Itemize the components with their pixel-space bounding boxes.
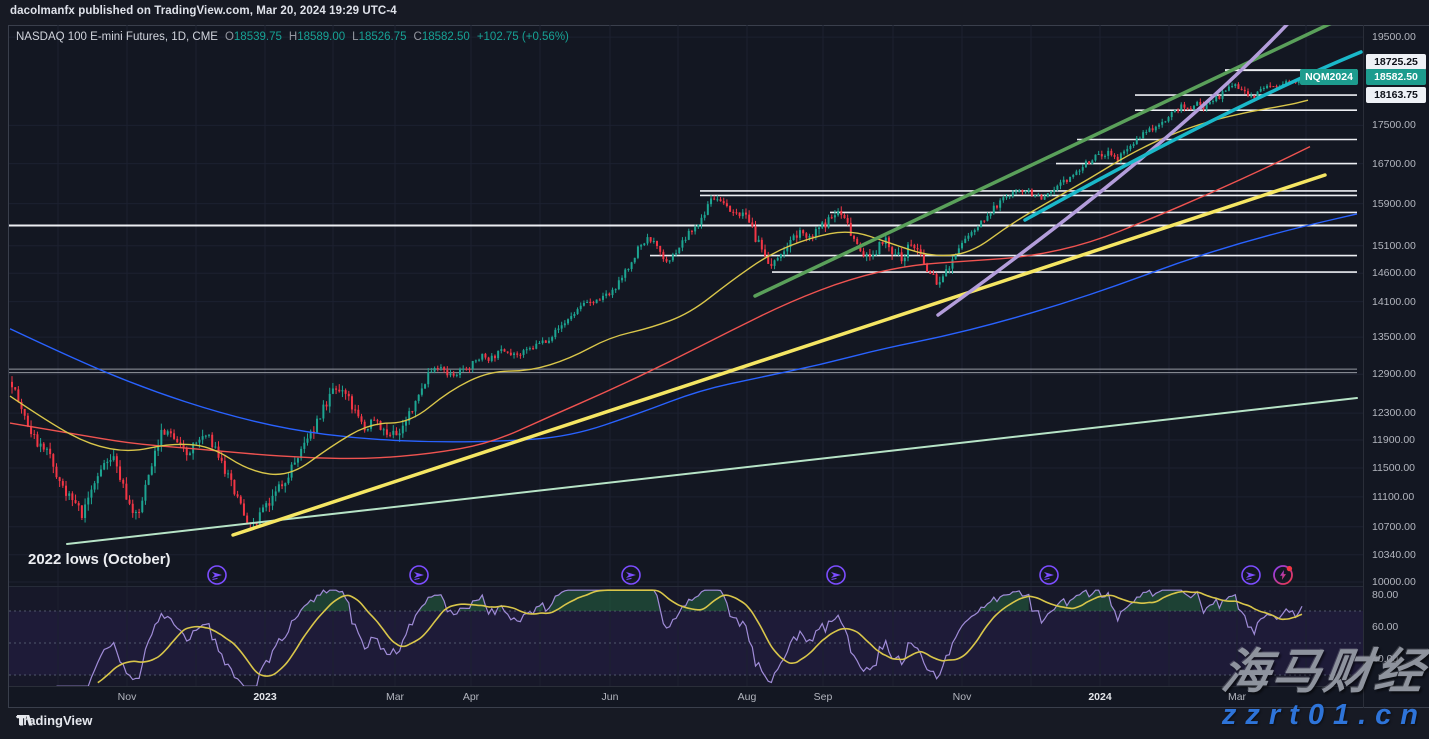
time-axis-label: 2024	[1088, 691, 1111, 703]
pane-divider[interactable]	[9, 586, 1363, 587]
long-term-support[interactable]	[67, 398, 1357, 544]
lows-annotation: 2022 lows (October)	[28, 551, 171, 568]
price-axis-tick: 10340.00	[1372, 549, 1416, 561]
time-axis-label: Sep	[814, 691, 833, 703]
change-value: +102.75 (+0.56%)	[477, 31, 569, 43]
price-badge-white: 18163.75	[1366, 87, 1426, 103]
price-axis-tick: 12900.00	[1372, 368, 1416, 380]
ma-blue-line	[10, 214, 1357, 442]
price-axis-tick: 11100.00	[1372, 491, 1414, 503]
price-axis-tick: 15100.00	[1372, 240, 1416, 252]
contract-price-label: NQM2024	[1300, 69, 1358, 85]
holiday-airplane-icon[interactable]	[208, 566, 226, 584]
watermark-site-name: 海马财经	[1218, 632, 1429, 702]
price-badge-teal: 18582.50	[1366, 69, 1426, 85]
notification-dot	[1287, 566, 1292, 571]
ohlc-key: C	[414, 31, 422, 43]
published-bar: dacolmanfx published on TradingView.com,…	[10, 5, 397, 17]
rsi-axis-tick: 80.00	[1372, 589, 1398, 601]
ohlc-value: 18582.50	[422, 31, 470, 43]
grid	[9, 25, 1363, 586]
holiday-airplane-icon[interactable]	[410, 566, 428, 584]
trendlines	[67, 25, 1361, 544]
price-badge-white: 18725.25	[1366, 54, 1426, 70]
event-icons	[208, 566, 1292, 584]
ohlc-value: 18526.75	[359, 31, 407, 43]
ohlc-values: O18539.75H18589.00L18526.75C18582.50	[218, 31, 470, 43]
symbol-legend: NASDAQ 100 E-mini Futures, 1D, CME O18539…	[16, 31, 569, 43]
rsi-pane[interactable]	[9, 587, 1363, 686]
ohlc-key: H	[289, 31, 297, 43]
holiday-airplane-icon[interactable]	[827, 566, 845, 584]
ma-red-line	[10, 147, 1310, 459]
ma-blue	[10, 214, 1357, 442]
price-axis-tick: 11900.00	[1372, 434, 1415, 446]
tradingview-snapshot: dacolmanfx published on TradingView.com,…	[0, 0, 1429, 739]
ohlc-value: 18539.75	[234, 31, 282, 43]
holiday-airplane-icon[interactable]	[1242, 566, 1260, 584]
rsi-overbought-fill	[549, 590, 660, 611]
price-axis-tick: 14600.00	[1372, 267, 1416, 279]
price-axis-tick: 15900.00	[1372, 198, 1416, 210]
time-axis-label: 2023	[253, 691, 276, 703]
support-resistance-levels	[9, 70, 1357, 372]
time-axis-label: Apr	[463, 691, 479, 703]
time-axis-label: Aug	[738, 691, 757, 703]
2022-low-trendline[interactable]	[233, 175, 1325, 535]
time-axis-label: Mar	[386, 691, 404, 703]
price-axis-tick: 16700.00	[1372, 158, 1416, 170]
ma-red	[10, 147, 1310, 459]
time-axis-label: Jun	[602, 691, 619, 703]
tradingview-logo-icon	[16, 713, 33, 728]
price-axis-tick: 12300.00	[1372, 407, 1416, 419]
candlestick-series	[11, 76, 1303, 528]
ohlc-value: 18589.00	[297, 31, 345, 43]
main-price-pane[interactable]	[9, 25, 1363, 586]
watermark-site-url: zzrt01.cn	[1222, 699, 1427, 732]
ohlc-key: O	[225, 31, 234, 43]
time-axis[interactable]: Nov2023MarAprJunAugSepNov2024Mar	[9, 686, 1363, 708]
price-axis-tick: 11500.00	[1372, 462, 1415, 474]
price-axis-tick: 10700.00	[1372, 521, 1416, 533]
price-axis[interactable]: 19500.00 17500.00 16700.00 15900.00 15100.00…	[1363, 25, 1429, 708]
price-axis-tick: 14100.00	[1372, 296, 1416, 308]
holiday-airplane-icon[interactable]	[622, 566, 640, 584]
price-axis-tick: 13500.00	[1372, 331, 1416, 343]
price-axis-tick: 10000.00	[1372, 576, 1416, 588]
time-axis-label: Nov	[953, 691, 972, 703]
tradingview-footer[interactable]: TradingView	[16, 713, 92, 728]
price-axis-tick: 17500.00	[1372, 119, 1416, 131]
flash-streak-icon[interactable]	[1274, 566, 1292, 584]
price-axis-tick: 19500.00	[1372, 31, 1416, 43]
holiday-airplane-icon[interactable]	[1040, 566, 1058, 584]
time-axis-label: Nov	[118, 691, 137, 703]
symbol-title: NASDAQ 100 E-mini Futures, 1D, CME	[16, 31, 218, 43]
